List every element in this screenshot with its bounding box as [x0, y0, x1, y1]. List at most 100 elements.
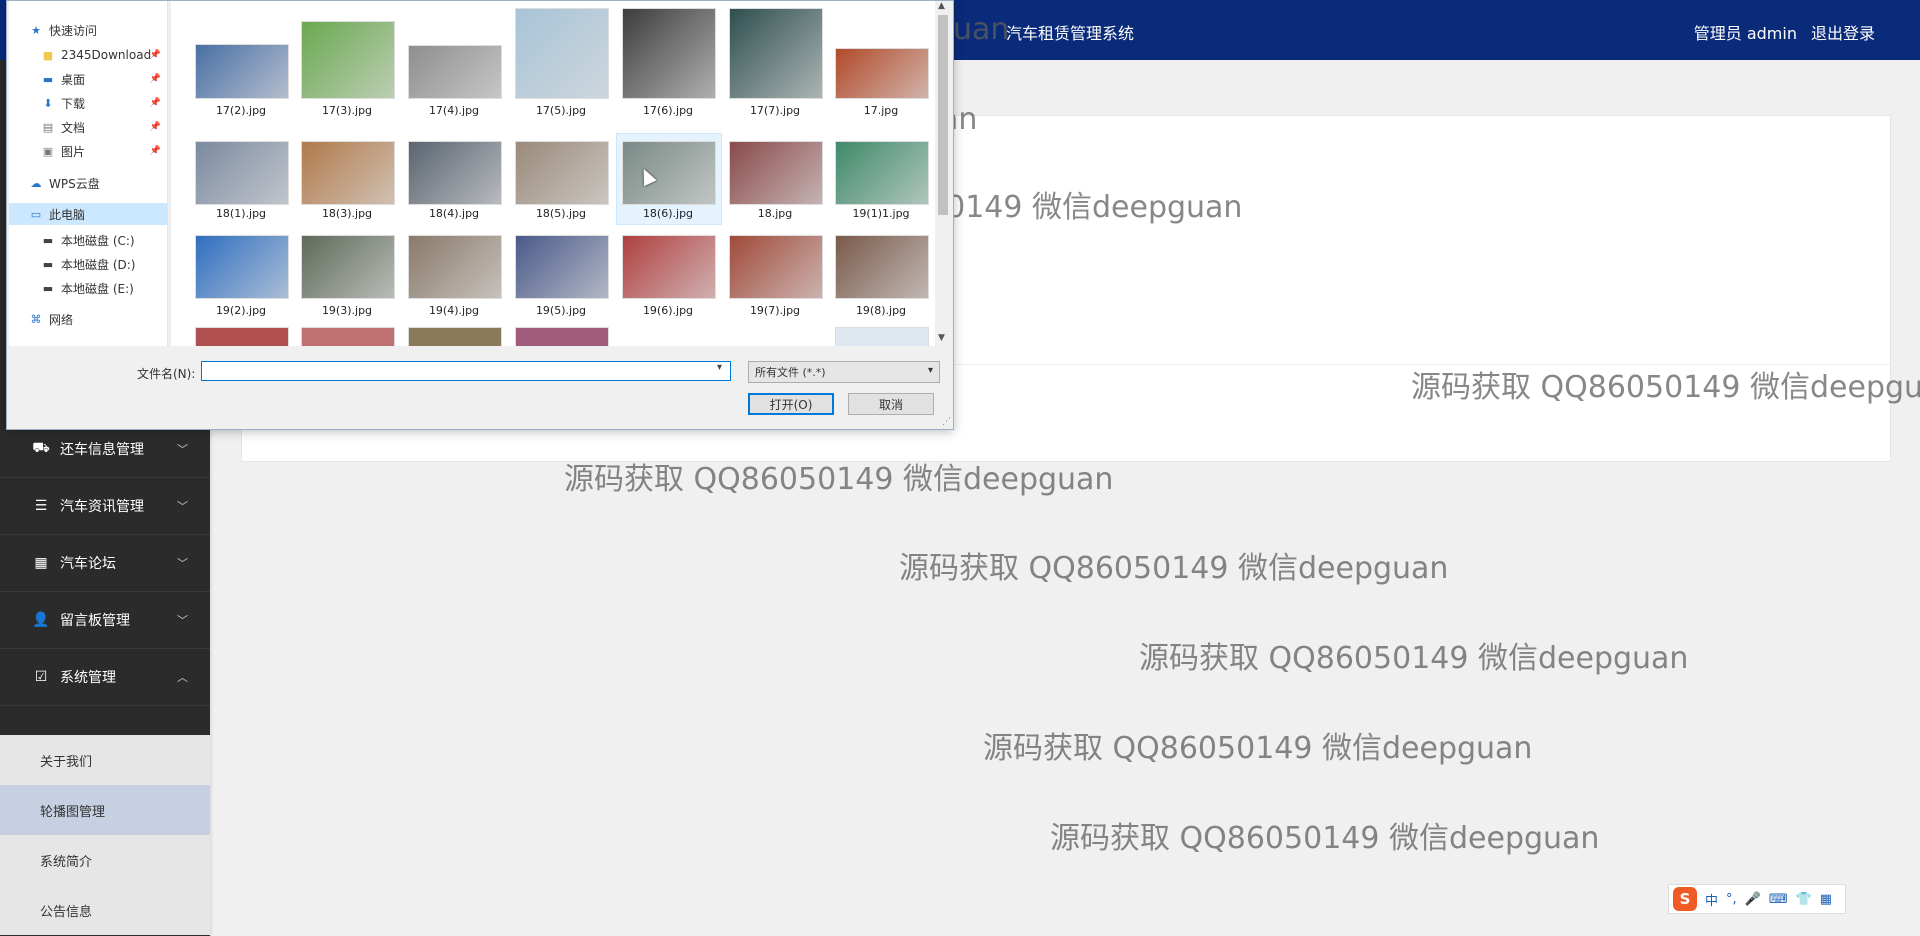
nav-item-10[interactable]: ▬ 本地磁盘 (E:): [9, 277, 167, 299]
file-thumbnail[interactable]: [301, 141, 395, 205]
nav-item-label: 本地磁盘 (D:): [61, 257, 136, 272]
file-type-value: 所有文件 (*.*): [755, 366, 826, 379]
file-name: 17.jpg: [863, 104, 899, 117]
sidebar-subitem-2[interactable]: 系统简介: [0, 835, 210, 885]
picture-icon: ▣: [42, 144, 54, 158]
nav-item-3[interactable]: ⬇ 下载 📌: [9, 92, 167, 114]
file-thumbnail[interactable]: [408, 141, 502, 205]
file-name: 18(4).jpg: [428, 207, 480, 220]
car-return-icon: ⛟: [32, 440, 50, 456]
list-icon: ☰: [34, 498, 48, 514]
navigation-pane: ★ 快速访问 ■ 2345Download 📌 ▬ 桌面 📌 ⬇ 下载 📌 ▤ 文档 📌 ▣ 图片 📌 ☁ WPS云…: [9, 1, 168, 346]
sidebar-subitem-0[interactable]: 关于我们: [0, 735, 210, 785]
sogou-logo-icon[interactable]: S: [1673, 887, 1697, 911]
ime-toolbar[interactable]: S 中 °, 🎤 ⌨ 👕 ▦: [1668, 884, 1846, 914]
file-thumbnail[interactable]: [408, 45, 502, 99]
file-thumbnail[interactable]: [408, 235, 502, 299]
sidebar-item-label: 系统管理: [60, 670, 116, 686]
file-thumbnail[interactable]: [515, 141, 609, 205]
file-thumbnail[interactable]: [195, 327, 289, 346]
nav-item-5[interactable]: ▣ 图片 📌: [9, 140, 167, 162]
sidebar-item-2[interactable]: ▦ 汽车论坛 ﹀: [0, 535, 210, 592]
nav-item-9[interactable]: ▬ 本地磁盘 (D:): [9, 253, 167, 275]
toolbox-icon[interactable]: ▦: [1820, 892, 1832, 907]
app-title: 汽车租赁管理系统: [1006, 24, 1135, 43]
nav-item-8[interactable]: ▬ 本地磁盘 (C:): [9, 229, 167, 251]
file-type-select[interactable]: 所有文件 (*.*) ▾: [748, 361, 940, 383]
file-thumbnail[interactable]: [195, 44, 289, 99]
file-thumbnail[interactable]: [835, 141, 929, 205]
sidebar-item-4[interactable]: ☑ 系统管理 ︿: [0, 649, 210, 706]
chevron-down-icon: ﹀: [177, 557, 188, 570]
document-icon: ▤: [42, 120, 54, 134]
file-thumbnail[interactable]: [835, 327, 929, 346]
file-thumbnail[interactable]: [835, 48, 929, 99]
file-name: 19(4).jpg: [428, 304, 480, 317]
scroll-down-icon[interactable]: ▼: [938, 333, 945, 343]
ime-mode[interactable]: 中: [1705, 890, 1718, 909]
file-thumbnail[interactable]: [729, 235, 823, 299]
microphone-icon[interactable]: 🎤: [1745, 892, 1761, 907]
chevron-down-icon: ▾: [927, 365, 933, 376]
nav-item-2[interactable]: ▬ 桌面 📌: [9, 68, 167, 90]
file-name: 17(4).jpg: [428, 104, 480, 117]
scroll-up-icon[interactable]: ▲: [938, 1, 945, 11]
nav-item-7[interactable]: ▭ 此电脑: [9, 203, 167, 225]
nav-item-label: 快速访问: [49, 23, 98, 38]
nav-item-label: WPS云盘: [49, 176, 100, 191]
file-thumbnail[interactable]: [195, 141, 289, 205]
logout-link[interactable]: 退出登录: [1811, 20, 1875, 44]
file-thumbnail[interactable]: [729, 141, 823, 205]
keyboard-icon[interactable]: ⌨: [1769, 892, 1788, 907]
nav-item-4[interactable]: ▤ 文档 📌: [9, 116, 167, 138]
open-button[interactable]: 打开(O): [748, 393, 834, 415]
nav-item-label: 下载: [61, 96, 86, 111]
file-thumbnail[interactable]: [729, 8, 823, 99]
sidebar-subitem-1[interactable]: 轮播图管理: [0, 785, 210, 835]
sidebar-item-1[interactable]: ☰ 汽车资讯管理 ﹀: [0, 478, 210, 535]
pin-icon: 📌: [149, 146, 161, 156]
file-thumbnail[interactable]: [195, 235, 289, 299]
sidebar-subitem-label: 公告信息: [40, 904, 93, 920]
file-thumbnail[interactable]: [835, 235, 929, 299]
resize-grip-icon[interactable]: ⋰: [942, 417, 951, 427]
filename-dropdown-icon[interactable]: ▾: [717, 362, 722, 373]
file-list-scrollbar[interactable]: ▲ ▼: [935, 1, 951, 346]
file-thumbnail[interactable]: [515, 327, 609, 346]
nav-item-label: 图片: [61, 144, 86, 159]
ime-punctuation[interactable]: °,: [1726, 892, 1737, 907]
pin-icon: 📌: [149, 74, 161, 84]
admin-user-label[interactable]: 管理员 admin: [1694, 20, 1797, 44]
file-open-dialog: ★ 快速访问 ■ 2345Download 📌 ▬ 桌面 📌 ⬇ 下载 📌 ▤ 文档 📌 ▣ 图片 📌 ☁ WPS云…: [6, 0, 954, 430]
nav-item-6[interactable]: ☁ WPS云盘: [9, 172, 167, 194]
pin-icon: 📌: [149, 98, 161, 108]
nav-item-11[interactable]: ⌘ 网络: [9, 308, 167, 330]
filename-input[interactable]: [201, 361, 731, 381]
drive-icon: ▬: [42, 281, 54, 295]
nav-item-1[interactable]: ■ 2345Download 📌: [9, 44, 167, 66]
skin-icon[interactable]: 👕: [1796, 892, 1812, 907]
file-name: 17(3).jpg: [321, 104, 373, 117]
file-thumbnail[interactable]: [622, 235, 716, 299]
chevron-up-icon: ︿: [177, 671, 188, 684]
file-thumbnail[interactable]: [301, 235, 395, 299]
file-thumbnail[interactable]: [408, 327, 502, 346]
nav-item-label: 2345Download: [61, 48, 152, 62]
file-thumbnail[interactable]: [515, 235, 609, 299]
scrollbar-thumb[interactable]: [938, 15, 948, 215]
file-thumbnail[interactable]: [301, 21, 395, 99]
sidebar-item-3[interactable]: 👤 留言板管理 ﹀: [0, 592, 210, 649]
file-thumbnail[interactable]: [622, 8, 716, 99]
file-name: 18(3).jpg: [321, 207, 373, 220]
cancel-button[interactable]: 取消: [848, 393, 934, 415]
star-icon: ★: [31, 23, 41, 37]
file-thumbnail[interactable]: [622, 141, 716, 205]
filename-label: 文件名(N):: [137, 367, 196, 381]
watermark-text: 源码获取 QQ86050149 微信deepguan: [899, 551, 1449, 586]
file-thumbnail[interactable]: [515, 8, 609, 99]
file-thumbnail[interactable]: [301, 327, 395, 346]
chevron-down-icon: ﹀: [177, 614, 188, 627]
nav-item-0[interactable]: ★ 快速访问: [9, 19, 167, 41]
sidebar-subitem-label: 轮播图管理: [40, 804, 106, 820]
sidebar-subitem-3[interactable]: 公告信息: [0, 885, 210, 935]
